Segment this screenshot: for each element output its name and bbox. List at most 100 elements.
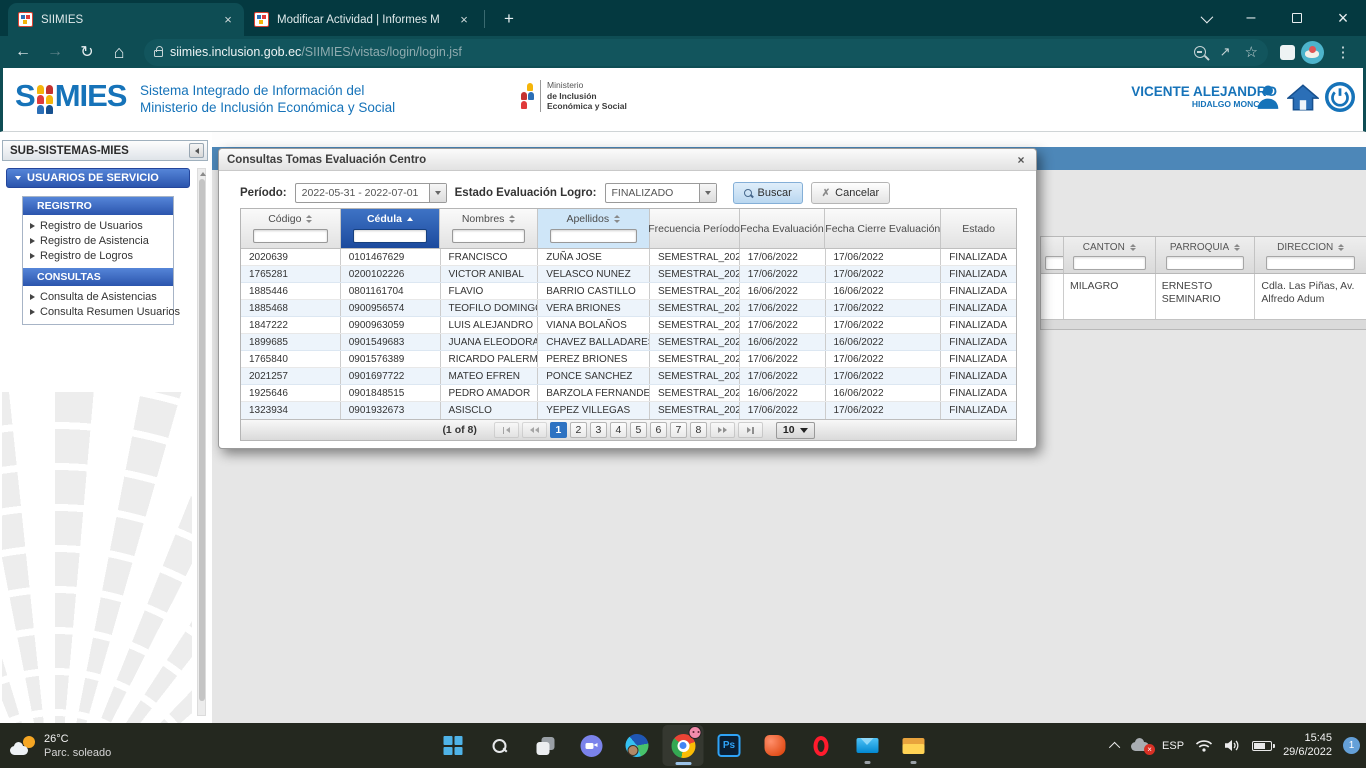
column-filter-input[interactable] [1045,256,1064,270]
column-header-1[interactable]: Cédula [341,209,441,248]
sidebar-item[interactable]: Registro de Usuarios [27,218,171,233]
column-header-2[interactable]: Nombres [440,209,538,248]
column-header-parroquia[interactable]: PARROQUIA [1156,237,1256,273]
column-header-7[interactable]: Estado [941,209,1016,248]
task-view-button[interactable] [525,725,566,766]
language-indicator[interactable]: ESP [1162,740,1184,752]
table-row[interactable]: 17652810200102226VICTOR ANIBALVELASCO NU… [241,266,1016,283]
back-button[interactable] [10,39,36,65]
column-header-3[interactable]: Apellidos [538,209,650,248]
table-row[interactable]: 17658400901576389RICARDO PALERMOPEREZ BR… [241,351,1016,368]
maximize-button[interactable] [1274,0,1320,36]
zoom-out-icon[interactable] [1194,46,1206,58]
tab-search-button[interactable] [1182,0,1228,36]
sidebar-item[interactable]: Consulta de Asistencias [27,289,171,304]
chat-button[interactable] [571,725,612,766]
table-row[interactable]: 18996850901549683JUANA ELEODORACHAVEZ BA… [241,334,1016,351]
table-row[interactable]: 18854680900956574TEOFILO DOMINGOVERA BRI… [241,300,1016,317]
photoshop-button[interactable]: Ps [709,725,750,766]
sidebar-collapse-button[interactable] [189,143,204,158]
period-dropdown[interactable]: 2022-05-31 - 2022-07-01 [295,183,447,203]
column-header-4[interactable]: Frecuencia Período [650,209,740,248]
onedrive-icon[interactable] [1131,740,1151,752]
column-filter-input[interactable] [1166,256,1245,270]
buscar-button[interactable]: Buscar [733,182,803,204]
start-button[interactable] [433,725,474,766]
tab-close-icon[interactable] [456,12,472,28]
volume-icon[interactable] [1224,739,1241,752]
column-header-6[interactable]: Fecha Cierre Evaluación [825,209,941,248]
next-page-button[interactable] [710,422,735,438]
logout-power-icon[interactable] [1325,82,1355,112]
column-filter-input[interactable] [1266,256,1355,270]
page-button[interactable]: 1 [550,422,567,438]
table-row[interactable]: 18472220900963059LUIS ALEJANDROVIANA BOL… [241,317,1016,334]
sidebar-item[interactable]: Registro de Asistencia [27,233,171,248]
table-row[interactable]: 20212570901697722MATEO EFRENPONCE SANCHE… [241,368,1016,385]
weather-widget[interactable]: 26°C Parc. soleado [10,723,111,768]
table-row[interactable]: 19256460901848515PEDRO AMADORBARZOLA FER… [241,385,1016,402]
reload-button[interactable] [74,39,100,65]
search-button[interactable] [479,725,520,766]
file-explorer-button[interactable] [893,725,934,766]
column-filter-input[interactable] [1073,256,1146,270]
wifi-icon[interactable] [1195,739,1213,752]
page-button[interactable]: 6 [650,422,667,438]
sidebar-item[interactable]: Consulta Resumen Usuarios [27,304,171,319]
first-page-button[interactable] [494,422,519,438]
scrollbar-thumb[interactable] [199,179,205,701]
table-row[interactable]: 18854460801161704FLAVIOBARRIO CASTILLOSE… [241,283,1016,300]
scroll-up-icon[interactable] [200,172,206,176]
minimize-button[interactable] [1228,0,1274,36]
notification-count-badge[interactable]: 1 [1343,737,1360,754]
dialog-titlebar[interactable]: Consultas Tomas Evaluación Centro [219,149,1036,171]
column-header-canton[interactable]: CANTON [1064,237,1156,273]
office-button[interactable] [755,725,796,766]
bookmark-star-icon[interactable] [1245,43,1258,62]
dropdown-button[interactable] [429,184,446,202]
sidebar-group-0[interactable]: REGISTRO [23,197,173,215]
home-button[interactable] [106,39,132,65]
dropdown-button[interactable] [699,184,716,202]
column-filter-input[interactable] [353,229,428,243]
tab-siimies[interactable]: SIIMIES [8,3,244,36]
tab-modificar-actividad[interactable]: Modificar Actividad | Informes M [244,3,480,36]
new-tab-button[interactable] [497,7,521,31]
page-size-select[interactable]: 10 [776,422,815,439]
column-header-0[interactable]: Código [241,209,341,248]
column-filter-input[interactable] [550,229,637,243]
sidebar-item[interactable]: Registro de Logros [27,248,171,263]
opera-button[interactable] [801,725,842,766]
page-button[interactable]: 8 [690,422,707,438]
page-button[interactable]: 5 [630,422,647,438]
page-button[interactable]: 7 [670,422,687,438]
tab-close-icon[interactable] [220,12,236,28]
edge-button[interactable] [617,725,658,766]
side-panel-icon[interactable] [1280,45,1295,60]
prev-page-button[interactable] [522,422,547,438]
tray-chevron-up-icon[interactable] [1109,741,1120,752]
last-page-button[interactable] [738,422,763,438]
home-icon[interactable] [1287,82,1319,112]
page-button[interactable]: 2 [570,422,587,438]
sidebar-scrollbar[interactable] [197,168,206,716]
page-button[interactable]: 3 [590,422,607,438]
profile-avatar[interactable] [1301,41,1324,64]
column-header-direccion[interactable]: DIRECCION [1255,237,1366,273]
cancelar-button[interactable]: Cancelar [811,182,890,204]
mail-button[interactable] [847,725,888,766]
browser-menu-icon[interactable] [1330,39,1356,65]
column-header-5[interactable]: Fecha Evaluación [740,209,826,248]
table-row[interactable]: 13239340901932673ASISCLOYEPEZ VILLEGASSE… [241,402,1016,419]
forward-button[interactable] [42,39,68,65]
sidebar-group-1[interactable]: CONSULTAS [23,268,173,286]
close-window-button[interactable] [1320,0,1366,36]
battery-icon[interactable] [1252,741,1272,751]
chrome-button[interactable] [663,725,704,766]
page-button[interactable]: 4 [610,422,627,438]
user-profile-icon[interactable] [1255,82,1281,112]
column-header-partial[interactable] [1041,237,1064,273]
table-row[interactable]: 20206390101467629FRANCISCOZUÑA JOSESEMES… [241,249,1016,266]
column-filter-input[interactable] [253,229,328,243]
lock-icon[interactable] [154,50,163,57]
